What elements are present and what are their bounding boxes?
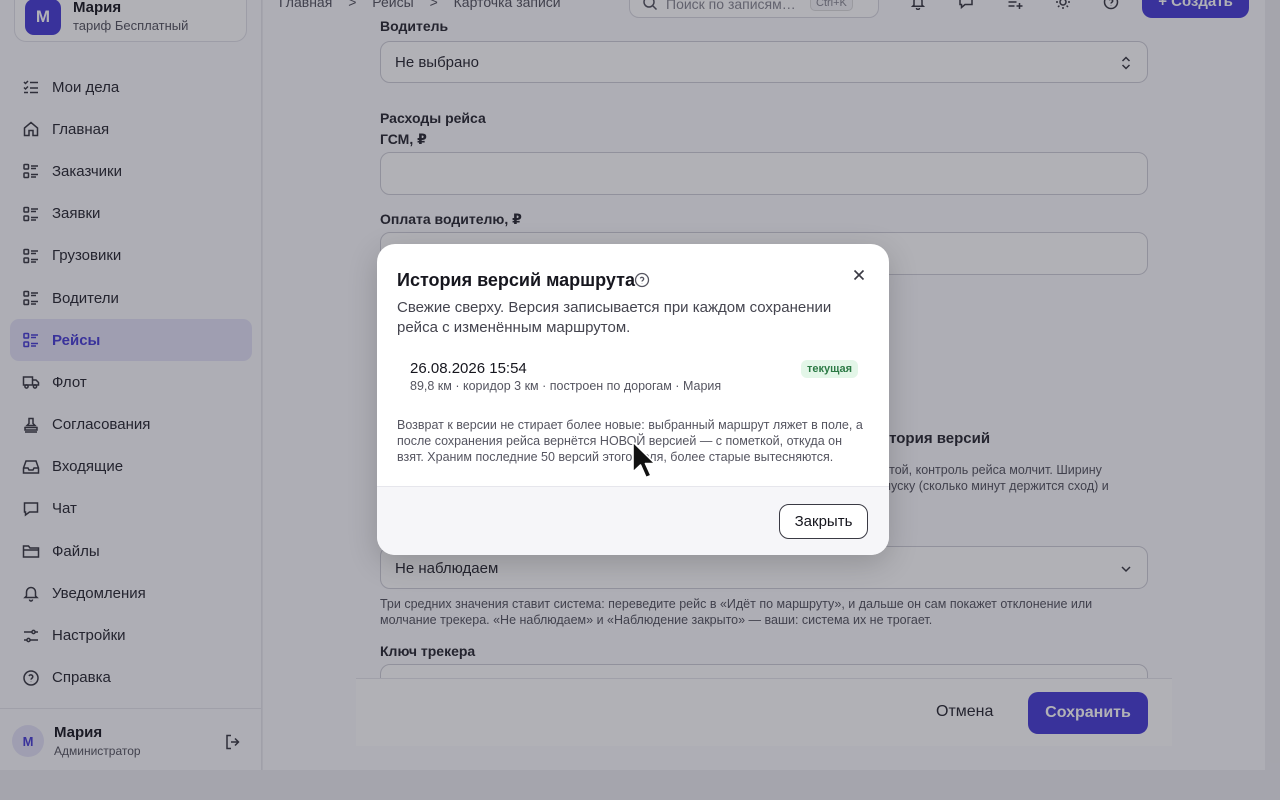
version-meta: 89,8 км · коридор 3 км · построен по дор… — [410, 379, 722, 393]
dialog-title: История версий маршрута — [397, 270, 635, 290]
dialog-description: Свежие сверху. Версия записывается при к… — [397, 299, 832, 336]
route-history-dialog: История версий маршрута Свежие сверху. В… — [377, 244, 889, 555]
close-icon[interactable] — [850, 266, 868, 284]
mouse-cursor-icon — [632, 441, 656, 479]
list-item[interactable]: 26.08.2026 15:54 89,8 км · коридор 3 км … — [397, 352, 869, 398]
close-button[interactable]: Закрыть — [779, 504, 868, 539]
help-icon[interactable] — [634, 272, 650, 288]
dialog-footer: Закрыть — [377, 486, 889, 555]
version-date: 26.08.2026 15:54 — [410, 360, 527, 377]
status-badge: текущая — [801, 360, 859, 378]
